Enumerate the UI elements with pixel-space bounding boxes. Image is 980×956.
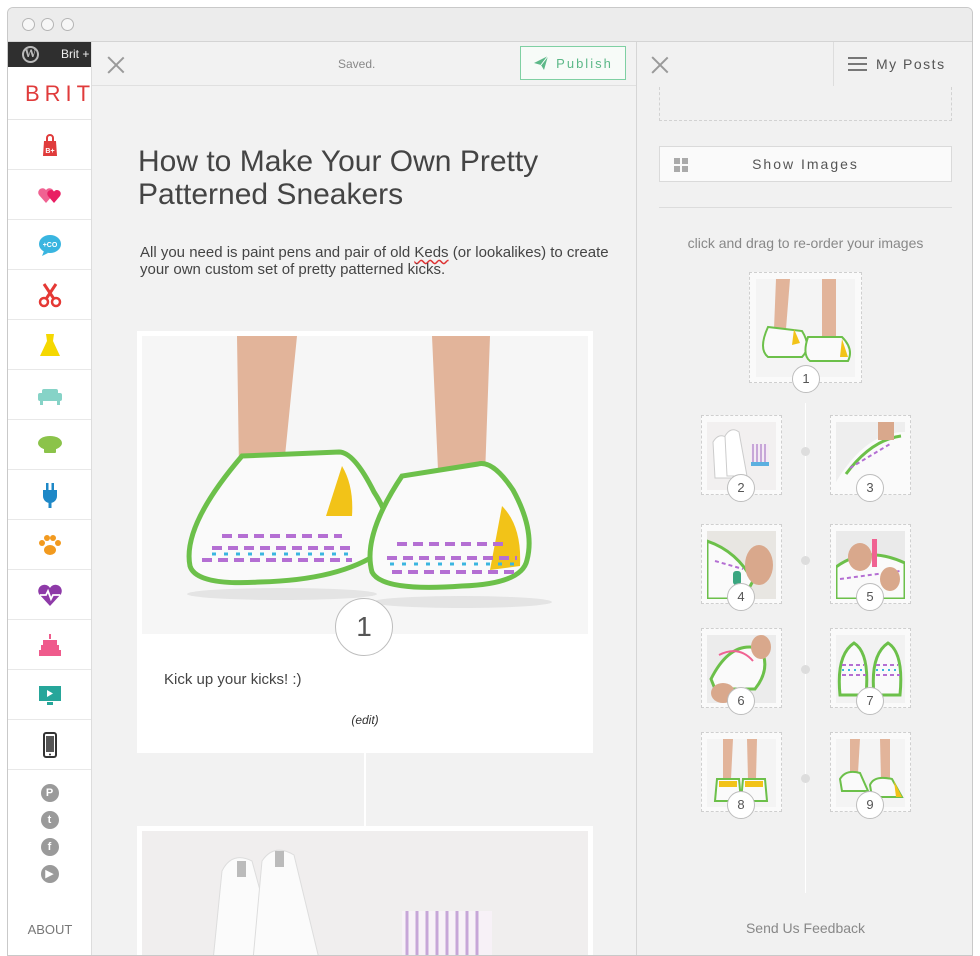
image-thumbnail[interactable]: 7	[830, 628, 911, 715]
monitor-icon	[38, 685, 61, 705]
show-images-label: Show Images	[752, 156, 859, 172]
category-food[interactable]	[8, 420, 91, 470]
close-panel-icon[interactable]	[650, 55, 670, 75]
phone-icon	[42, 731, 57, 758]
intro-text-start: All you need is paint pens and pair of o…	[140, 244, 415, 261]
intro-spellcheck-word: Keds	[414, 244, 449, 261]
show-images-button[interactable]: Show Images	[659, 146, 952, 182]
chef-hat-icon	[37, 435, 62, 453]
window-titlebar	[8, 8, 972, 42]
thumbnail-number: 2	[727, 474, 755, 502]
post-title[interactable]: How to Make Your Own Pretty Patterned Sn…	[138, 145, 608, 211]
step-connector	[364, 753, 366, 829]
youtube-icon[interactable]: ▶	[40, 865, 59, 883]
thumbnail-number: 9	[856, 791, 884, 819]
drop-zone[interactable]	[659, 87, 952, 121]
publish-button[interactable]: Publish	[520, 46, 626, 80]
thumbnail-number: 8	[727, 791, 755, 819]
sofa-icon	[37, 388, 62, 405]
heartbeat-icon	[37, 584, 62, 606]
timeline-dot	[801, 665, 810, 674]
post-editor: Saved. Publish How to Make Your Own Pret…	[92, 42, 637, 955]
edit-step-link[interactable]: (edit)	[137, 713, 593, 727]
my-posts-button[interactable]: My Posts	[833, 42, 972, 86]
social-links: P t f ▶	[8, 770, 91, 883]
svg-text:+CO: +CO	[42, 242, 57, 249]
thumbnail-number: 4	[727, 583, 755, 611]
category-co[interactable]: +CO	[8, 220, 91, 270]
thumbnail-number: 5	[856, 583, 884, 611]
image-thumbnail[interactable]: 8	[701, 732, 782, 819]
svg-text:B+: B+	[45, 148, 54, 155]
reorder-hint: click and drag to re-order your images	[687, 235, 924, 251]
my-posts-label: My Posts	[876, 56, 946, 72]
category-mobile[interactable]	[8, 720, 91, 770]
timeline-dot	[801, 556, 810, 565]
category-style[interactable]	[8, 320, 91, 370]
shop-bag-icon: B+	[42, 133, 57, 156]
zoom-window-button[interactable]	[61, 18, 74, 31]
image-panel: My Posts Show Images click and drag to r…	[637, 42, 972, 955]
list-icon	[848, 57, 867, 71]
category-diy[interactable]	[8, 270, 91, 320]
image-thumbnail[interactable]: 4	[701, 524, 782, 611]
scissors-icon	[38, 282, 61, 307]
thumbnail-photo	[756, 279, 855, 377]
publish-label: Publish	[556, 55, 613, 71]
paper-plane-icon	[534, 55, 549, 70]
grid-icon	[674, 158, 688, 172]
post-intro[interactable]: All you need is paint pens and pair of o…	[140, 244, 610, 278]
step-photo	[142, 831, 588, 955]
timeline-dot	[801, 447, 810, 456]
wordpress-icon[interactable]: W	[22, 46, 39, 63]
step-number-badge: 1	[335, 598, 393, 656]
thumbnail-number: 7	[856, 687, 884, 715]
paw-icon	[38, 534, 61, 555]
send-feedback-link[interactable]: Send Us Feedback	[637, 920, 972, 936]
step-card[interactable]: 1 Kick up your kicks! :) (edit)	[137, 331, 593, 753]
panel-divider	[659, 207, 952, 208]
category-entertainment[interactable]	[8, 670, 91, 720]
category-party[interactable]	[8, 620, 91, 670]
image-thumbnail[interactable]: 5	[830, 524, 911, 611]
image-thumbnail[interactable]: 3	[830, 415, 911, 502]
admin-bar: W Brit +	[8, 42, 91, 67]
browser-window: W Brit + BRIT B+ +CO P t f ▶ ABOUT Saved…	[7, 7, 973, 956]
image-thumbnail[interactable]: 6	[701, 628, 782, 715]
category-pets[interactable]	[8, 520, 91, 570]
brit-plus-link[interactable]: Brit +	[61, 47, 89, 61]
thumbnail-number: 6	[727, 687, 755, 715]
image-thumbnail[interactable]: 2	[701, 415, 782, 502]
category-love[interactable]	[8, 170, 91, 220]
minimize-window-button[interactable]	[41, 18, 54, 31]
cake-icon	[38, 633, 61, 656]
image-thumbnail[interactable]: 9	[830, 732, 911, 819]
category-health[interactable]	[8, 570, 91, 620]
about-link[interactable]: ABOUT	[8, 922, 92, 937]
chat-bubble-icon: +CO	[38, 234, 61, 256]
brand-logo[interactable]: BRIT	[8, 67, 91, 120]
plug-icon	[42, 482, 57, 508]
step-card[interactable]	[137, 826, 593, 955]
facebook-icon[interactable]: f	[40, 838, 59, 856]
dress-icon	[39, 333, 60, 356]
category-home[interactable]	[8, 370, 91, 420]
editor-toolbar: Saved. Publish	[92, 42, 636, 86]
close-window-button[interactable]	[22, 18, 35, 31]
twitter-icon[interactable]: t	[40, 811, 59, 829]
thumbnail-number: 1	[792, 365, 820, 393]
thumb-timeline	[805, 403, 806, 893]
step-photo	[142, 336, 588, 634]
save-status: Saved.	[338, 57, 376, 71]
category-shop[interactable]: B+	[8, 120, 91, 170]
close-editor-icon[interactable]	[106, 55, 126, 75]
timeline-dot	[801, 774, 810, 783]
thumbnail-number: 3	[856, 474, 884, 502]
step-caption[interactable]: Kick up your kicks! :)	[164, 671, 302, 688]
image-thumbnail[interactable]: 1	[749, 272, 862, 393]
category-sidebar: W Brit + BRIT B+ +CO P t f ▶ ABOUT	[8, 42, 92, 955]
pinterest-icon[interactable]: P	[40, 784, 59, 802]
hearts-icon	[37, 187, 61, 203]
category-tech[interactable]	[8, 470, 91, 520]
